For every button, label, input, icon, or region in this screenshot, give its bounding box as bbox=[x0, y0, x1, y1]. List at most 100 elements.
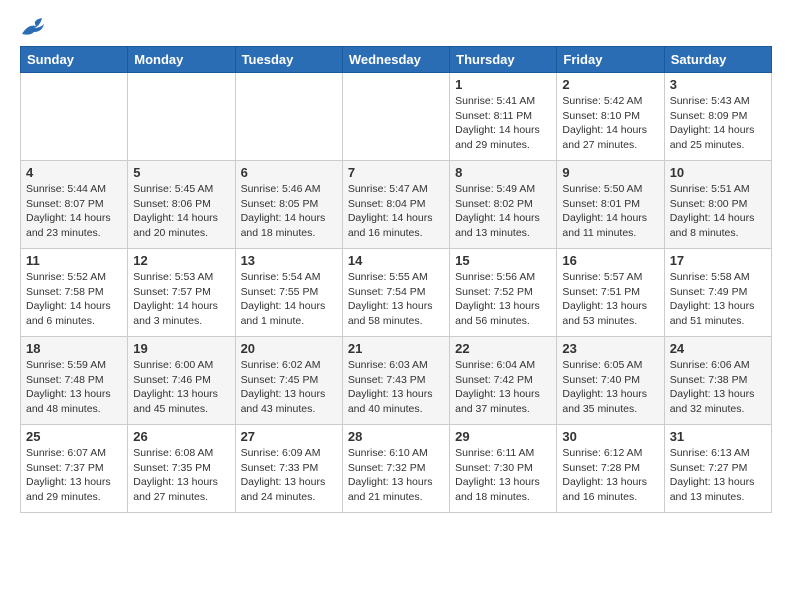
day-number: 30 bbox=[562, 429, 658, 444]
calendar-cell: 9Sunrise: 5:50 AMSunset: 8:01 PMDaylight… bbox=[557, 161, 664, 249]
calendar-cell: 21Sunrise: 6:03 AMSunset: 7:43 PMDayligh… bbox=[342, 337, 449, 425]
cell-content: and 37 minutes. bbox=[455, 402, 551, 417]
cell-content: and 16 minutes. bbox=[562, 490, 658, 505]
cell-content: Daylight: 14 hours bbox=[241, 299, 337, 314]
cell-content: and 23 minutes. bbox=[26, 226, 122, 241]
cell-content: Sunset: 7:38 PM bbox=[670, 373, 766, 388]
calendar-cell: 10Sunrise: 5:51 AMSunset: 8:00 PMDayligh… bbox=[664, 161, 771, 249]
cell-content: Sunset: 8:06 PM bbox=[133, 197, 229, 212]
cell-content: and 1 minute. bbox=[241, 314, 337, 329]
cell-content: Sunrise: 6:11 AM bbox=[455, 446, 551, 461]
calendar-cell: 25Sunrise: 6:07 AMSunset: 7:37 PMDayligh… bbox=[21, 425, 128, 513]
cell-content: Sunset: 7:45 PM bbox=[241, 373, 337, 388]
day-number: 7 bbox=[348, 165, 444, 180]
cell-content: and 45 minutes. bbox=[133, 402, 229, 417]
cell-content: Daylight: 14 hours bbox=[26, 299, 122, 314]
cell-content: Sunset: 7:51 PM bbox=[562, 285, 658, 300]
cell-content: Daylight: 14 hours bbox=[562, 123, 658, 138]
cell-content: Daylight: 13 hours bbox=[348, 299, 444, 314]
cell-content: Sunset: 7:40 PM bbox=[562, 373, 658, 388]
cell-content: Daylight: 13 hours bbox=[241, 475, 337, 490]
cell-content: and 48 minutes. bbox=[26, 402, 122, 417]
cell-content: Sunset: 7:55 PM bbox=[241, 285, 337, 300]
cell-content: Daylight: 13 hours bbox=[562, 475, 658, 490]
cell-content: and 18 minutes. bbox=[241, 226, 337, 241]
cell-content: Daylight: 14 hours bbox=[348, 211, 444, 226]
calendar-cell: 3Sunrise: 5:43 AMSunset: 8:09 PMDaylight… bbox=[664, 73, 771, 161]
cell-content: Sunrise: 5:57 AM bbox=[562, 270, 658, 285]
day-header-sunday: Sunday bbox=[21, 47, 128, 73]
cell-content: Sunset: 8:01 PM bbox=[562, 197, 658, 212]
day-number: 20 bbox=[241, 341, 337, 356]
calendar-table: SundayMondayTuesdayWednesdayThursdayFrid… bbox=[20, 46, 772, 513]
cell-content: Daylight: 13 hours bbox=[348, 387, 444, 402]
logo bbox=[20, 16, 52, 38]
day-number: 19 bbox=[133, 341, 229, 356]
cell-content: Sunset: 8:04 PM bbox=[348, 197, 444, 212]
cell-content: Sunrise: 5:44 AM bbox=[26, 182, 122, 197]
calendar-cell: 29Sunrise: 6:11 AMSunset: 7:30 PMDayligh… bbox=[450, 425, 557, 513]
cell-content: and 29 minutes. bbox=[26, 490, 122, 505]
logo-bird-icon bbox=[20, 16, 48, 38]
day-number: 13 bbox=[241, 253, 337, 268]
cell-content: Sunrise: 5:42 AM bbox=[562, 94, 658, 109]
calendar-cell: 26Sunrise: 6:08 AMSunset: 7:35 PMDayligh… bbox=[128, 425, 235, 513]
cell-content: Sunrise: 6:05 AM bbox=[562, 358, 658, 373]
cell-content: Sunrise: 5:52 AM bbox=[26, 270, 122, 285]
calendar-cell bbox=[235, 73, 342, 161]
cell-content: Sunrise: 5:45 AM bbox=[133, 182, 229, 197]
cell-content: Daylight: 13 hours bbox=[133, 475, 229, 490]
day-number: 3 bbox=[670, 77, 766, 92]
day-number: 26 bbox=[133, 429, 229, 444]
day-number: 10 bbox=[670, 165, 766, 180]
cell-content: Sunrise: 6:13 AM bbox=[670, 446, 766, 461]
cell-content: Sunrise: 6:06 AM bbox=[670, 358, 766, 373]
calendar-cell: 4 Sunrise: 5:44 AMSunset: 8:07 PMDaylight… bbox=[21, 161, 128, 249]
cell-content: Sunrise: 5:50 AM bbox=[562, 182, 658, 197]
cell-content: Daylight: 13 hours bbox=[26, 387, 122, 402]
cell-content: Sunset: 8:09 PM bbox=[670, 109, 766, 124]
day-number: 16 bbox=[562, 253, 658, 268]
calendar-cell bbox=[128, 73, 235, 161]
cell-content: Sunset: 7:58 PM bbox=[26, 285, 122, 300]
day-number: 4 bbox=[26, 165, 122, 180]
calendar-cell: 1Sunrise: 5:41 AMSunset: 8:11 PMDaylight… bbox=[450, 73, 557, 161]
cell-content: Sunrise: 5:49 AM bbox=[455, 182, 551, 197]
cell-content: and 29 minutes. bbox=[455, 138, 551, 153]
cell-content: and 56 minutes. bbox=[455, 314, 551, 329]
cell-content: Sunrise: 5:53 AM bbox=[133, 270, 229, 285]
day-header-thursday: Thursday bbox=[450, 47, 557, 73]
cell-content: and 27 minutes. bbox=[562, 138, 658, 153]
day-number: 15 bbox=[455, 253, 551, 268]
cell-content: Sunrise: 6:00 AM bbox=[133, 358, 229, 373]
cell-content: and 20 minutes. bbox=[133, 226, 229, 241]
calendar-cell: 18Sunrise: 5:59 AMSunset: 7:48 PMDayligh… bbox=[21, 337, 128, 425]
cell-content: Sunrise: 5:55 AM bbox=[348, 270, 444, 285]
cell-content: Sunrise: 5:58 AM bbox=[670, 270, 766, 285]
cell-content: Daylight: 14 hours bbox=[241, 211, 337, 226]
day-header-saturday: Saturday bbox=[664, 47, 771, 73]
calendar-week-row: 11Sunrise: 5:52 AMSunset: 7:58 PMDayligh… bbox=[21, 249, 772, 337]
calendar-week-row: 18Sunrise: 5:59 AMSunset: 7:48 PMDayligh… bbox=[21, 337, 772, 425]
day-number: 22 bbox=[455, 341, 551, 356]
cell-content: and 6 minutes. bbox=[26, 314, 122, 329]
calendar-cell: 2Sunrise: 5:42 AMSunset: 8:10 PMDaylight… bbox=[557, 73, 664, 161]
cell-content: Sunrise: 5:51 AM bbox=[670, 182, 766, 197]
cell-content: Sunset: 7:32 PM bbox=[348, 461, 444, 476]
day-header-monday: Monday bbox=[128, 47, 235, 73]
cell-content: Daylight: 14 hours bbox=[26, 211, 122, 226]
cell-content: Sunrise: 6:12 AM bbox=[562, 446, 658, 461]
cell-content: and 13 minutes. bbox=[455, 226, 551, 241]
cell-content: Daylight: 13 hours bbox=[455, 299, 551, 314]
cell-content: Daylight: 14 hours bbox=[133, 211, 229, 226]
cell-content: Sunset: 7:35 PM bbox=[133, 461, 229, 476]
cell-content: Sunset: 7:48 PM bbox=[26, 373, 122, 388]
calendar-week-row: 1Sunrise: 5:41 AMSunset: 8:11 PMDaylight… bbox=[21, 73, 772, 161]
cell-content: Sunset: 7:30 PM bbox=[455, 461, 551, 476]
day-number: 14 bbox=[348, 253, 444, 268]
cell-content: Sunset: 8:07 PM bbox=[26, 197, 122, 212]
calendar-cell bbox=[342, 73, 449, 161]
cell-content: Daylight: 14 hours bbox=[455, 123, 551, 138]
cell-content: Sunset: 8:05 PM bbox=[241, 197, 337, 212]
day-number: 2 bbox=[562, 77, 658, 92]
